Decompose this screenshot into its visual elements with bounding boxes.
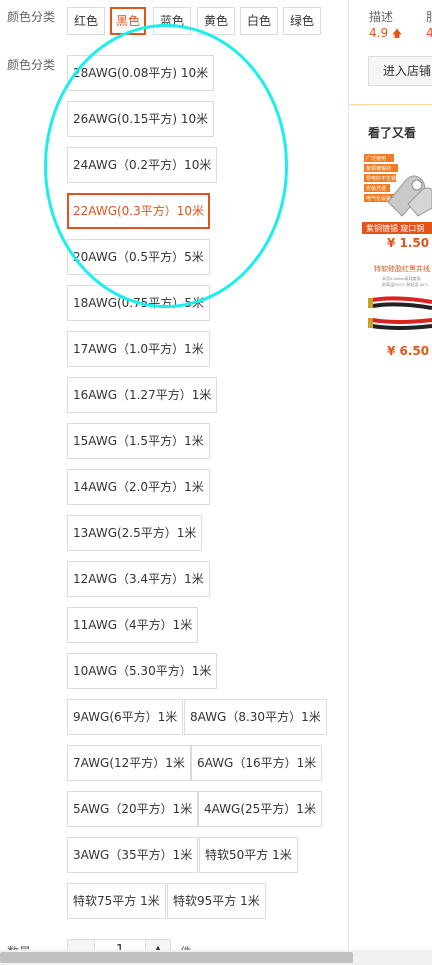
also-viewed-price: ¥ 1.50	[387, 236, 430, 250]
color-option-white[interactable]: 白色	[240, 7, 279, 35]
right-sidebar	[348, 0, 432, 965]
rating-description-value: 4.9 🡅	[369, 26, 403, 40]
rating-service-value: 4	[426, 26, 432, 40]
color-option-black[interactable]: 黑色	[110, 7, 147, 35]
spec-option[interactable]: 17AWG（1.0平方）1米	[67, 331, 210, 367]
horizontal-scrollbar-thumb[interactable]	[0, 952, 353, 963]
spec-option[interactable]: 14AWG（2.0平方）1米	[67, 469, 210, 505]
color-category-label: 颜色分类	[7, 10, 56, 24]
spec-option[interactable]: 特软95平方 1米	[167, 883, 266, 919]
spec-option[interactable]: 特软75平方 1米	[67, 883, 166, 919]
color-option-green[interactable]: 绿色	[283, 7, 322, 35]
also-viewed-item-image[interactable]: 广泛使用 紫铜镀锡材 导电好不生锈 安装方便 电气化设备 紫铜镀锡 窥口铜	[362, 152, 432, 234]
spec-option[interactable]: 11AWG（4平方）1米	[67, 607, 199, 643]
svg-text:安装方便: 安装方便	[366, 185, 386, 192]
spec-option[interactable]: 26AWG(0.15平方) 10米	[67, 101, 215, 137]
spec-option[interactable]: 5AWG（20平方）1米	[67, 791, 199, 827]
also-viewed-price: ¥ 6.50	[387, 344, 430, 358]
svg-text:紫铜镀锡 窥口铜: 紫铜镀锡 窥口铜	[366, 223, 424, 233]
svg-text:电气化设备: 电气化设备	[366, 195, 391, 202]
svg-text:采用0.08mm高纯度铜: 采用0.08mm高纯度铜	[382, 275, 420, 281]
color-option-red[interactable]: 红色	[67, 7, 106, 35]
spec-option[interactable]: 28AWG(0.08平方) 10米	[67, 55, 215, 91]
svg-text:耐高温200°C 耐低温-60°C: 耐高温200°C 耐低温-60°C	[382, 281, 429, 287]
also-viewed-item-image[interactable]: 特软硅胶红黑并线 采用0.08mm高纯度铜 耐高温200°C 耐低温-60°C	[362, 262, 432, 342]
svg-text:特软硅胶红黑并线: 特软硅胶红黑并线	[374, 264, 430, 273]
spec-option[interactable]: 16AWG（1.27平方）1米	[67, 377, 218, 413]
spec-option[interactable]: 7AWG(12平方）1米	[67, 745, 191, 781]
spec-option[interactable]: 8AWG（8.30平方）1米	[184, 699, 327, 735]
enter-store-button[interactable]: 进入店铺	[368, 56, 432, 86]
spec-option[interactable]: 6AWG（16平方）1米	[191, 745, 323, 781]
arrow-up-icon: 🡅	[391, 29, 403, 40]
red-black-wire-image: 特软硅胶红黑并线 采用0.08mm高纯度铜 耐高温200°C 耐低温-60°C	[362, 262, 432, 342]
rating-description-label: 描述	[369, 10, 394, 24]
svg-text:广泛使用: 广泛使用	[366, 155, 386, 162]
rating-service-label: 服	[426, 8, 432, 25]
spec-option[interactable]: 特软50平方 1米	[199, 837, 298, 873]
spec-option[interactable]: 9AWG(6平方）1米	[67, 699, 184, 735]
color-option-blue[interactable]: 蓝色	[153, 7, 192, 35]
also-viewed-title: 看了又看	[368, 126, 417, 140]
spec-option[interactable]: 24AWG（0.2平方）10米	[67, 147, 218, 183]
svg-text:紫铜镀锡材: 紫铜镀锡材	[366, 165, 391, 172]
spec-category-label: 颜色分类	[7, 58, 56, 72]
color-option-yellow[interactable]: 黄色	[197, 7, 236, 35]
spec-option[interactable]: 12AWG（3.4平方）1米	[67, 561, 210, 597]
spec-option[interactable]: 18AWG(0.75平方）5米	[67, 285, 211, 321]
copper-lug-image: 广泛使用 紫铜镀锡材 导电好不生锈 安装方便 电气化设备 紫铜镀锡 窥口铜	[362, 152, 432, 234]
spec-option[interactable]: 13AWG(2.5平方）1米	[67, 515, 203, 551]
spec-option[interactable]: 10AWG（5.30平方）1米	[67, 653, 218, 689]
spec-option[interactable]: 20AWG（0.5平方）5米	[67, 239, 210, 275]
svg-text:导电好不生锈: 导电好不生锈	[366, 175, 396, 182]
spec-option-selected[interactable]: 22AWG(0.3平方）10米	[67, 193, 211, 229]
spec-option[interactable]: 15AWG（1.5平方）1米	[67, 423, 210, 459]
spec-option[interactable]: 3AWG（35平方）1米	[67, 837, 199, 873]
spec-option[interactable]: 4AWG(25平方）1米	[198, 791, 322, 827]
